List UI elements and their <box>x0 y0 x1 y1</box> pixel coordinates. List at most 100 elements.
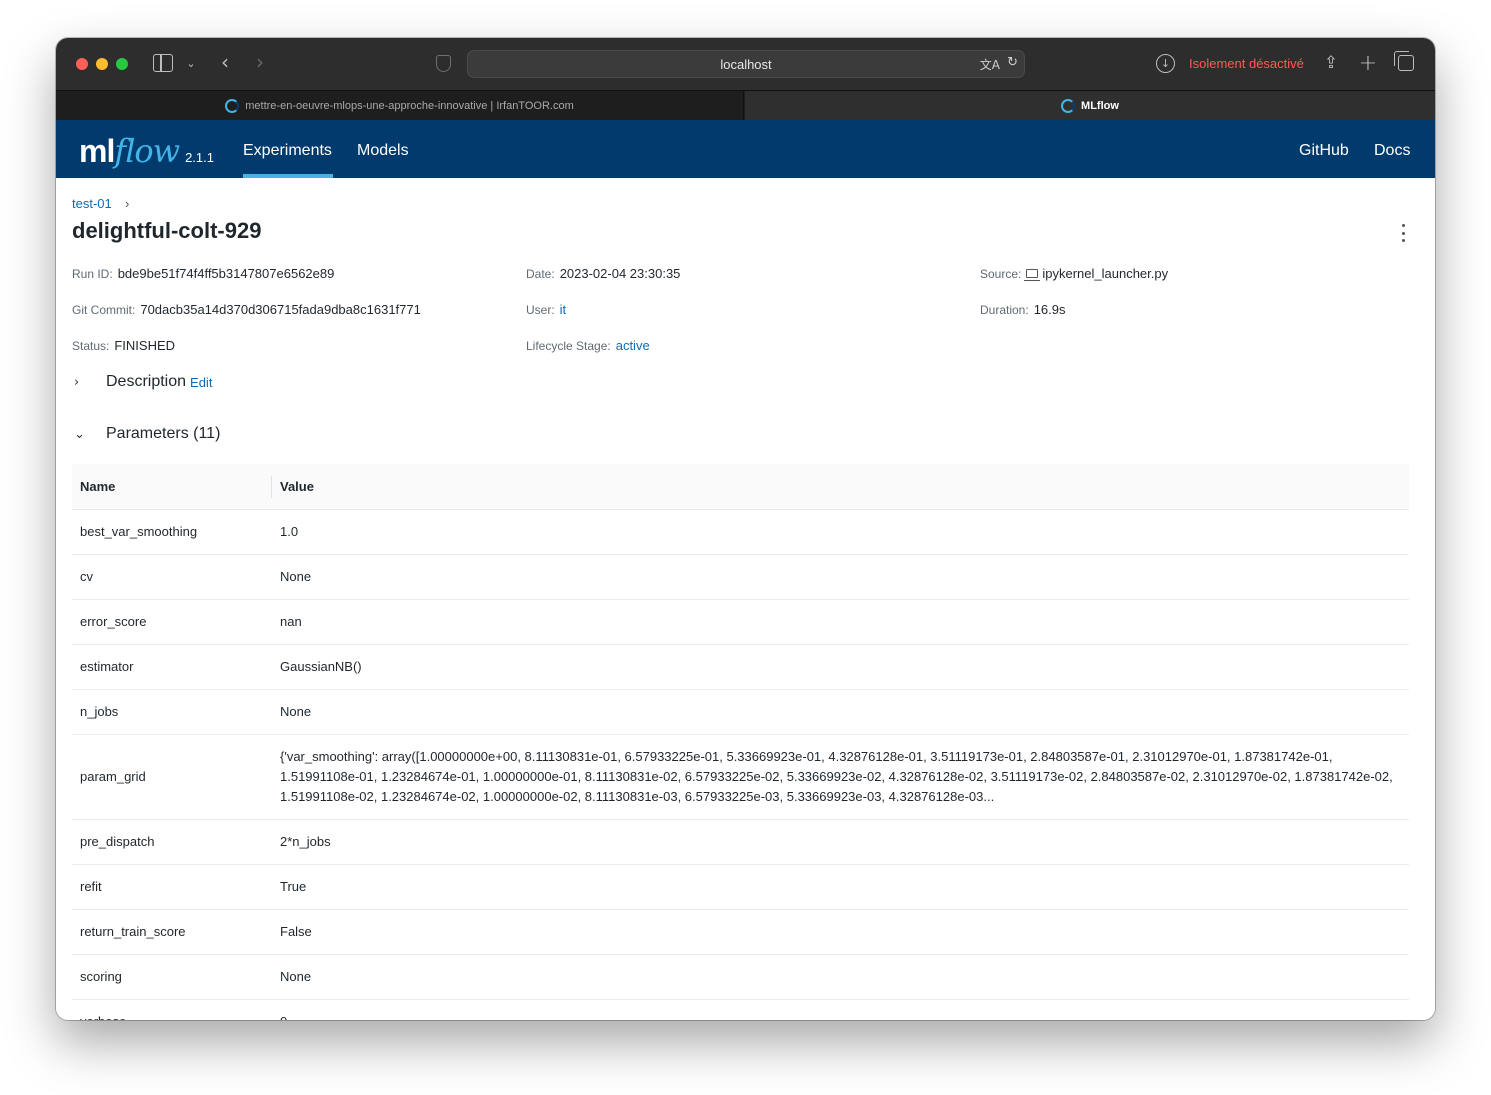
breadcrumb-separator: › <box>125 196 130 211</box>
nav-github[interactable]: GitHub <box>1299 142 1349 160</box>
param-value: None <box>272 954 1409 1000</box>
parameters-table: Name Value best_var_smoothing 1.0 cv None … <box>72 464 1409 1020</box>
nav-docs[interactable]: Docs <box>1374 142 1410 160</box>
meta-value: ipykernel_launcher.py <box>1042 266 1169 281</box>
browser-tab-irfantoor[interactable]: mettre-en-oeuvre-mlops-une-approche-inno… <box>56 91 744 120</box>
share-icon[interactable]: ⇪ <box>1322 51 1340 75</box>
param-value: None <box>272 554 1409 600</box>
new-tab-icon[interactable]: + <box>1359 51 1377 76</box>
table-header-row: Name Value <box>72 464 1409 510</box>
close-window-button[interactable] <box>76 58 88 70</box>
more-options-icon[interactable] <box>1396 224 1410 242</box>
url-text: localhost <box>720 57 772 72</box>
param-value: nan <box>272 599 1409 645</box>
meta-value: FINISHED <box>114 338 176 353</box>
isolation-status-label[interactable]: Isolement désactivé <box>1189 56 1304 71</box>
browser-tab-mlflow[interactable]: MLflow <box>745 91 1435 120</box>
edit-description-link[interactable]: Edit <box>190 375 212 390</box>
browser-tab-label: MLflow <box>1081 99 1119 112</box>
meta-value: bde9be51f74f4ff5b3147807e6562e89 <box>117 266 335 281</box>
param-name: cv <box>72 554 272 600</box>
privacy-shield-icon[interactable] <box>436 55 451 72</box>
browser-tab-strip: mettre-en-oeuvre-mlops-une-approche-inno… <box>56 90 1435 120</box>
meta-status: Status: FINISHED <box>72 338 175 353</box>
meta-label: Status: <box>72 339 110 353</box>
meta-value: 2023-02-04 23:30:35 <box>559 266 681 281</box>
description-title: Description <box>106 373 187 390</box>
chevron-right-icon[interactable]: › <box>74 375 98 390</box>
param-name: pre_dispatch <box>72 819 272 865</box>
address-bar[interactable]: localhost 文A ↻ <box>467 50 1025 78</box>
param-name: scoring <box>72 954 272 1000</box>
meta-label: Duration: <box>980 303 1029 317</box>
site-favicon-icon <box>225 98 240 113</box>
mlflow-logo[interactable]: ml flow 2.1.1 <box>79 132 214 172</box>
param-name: refit <box>72 864 272 910</box>
param-name: verbose <box>72 999 272 1020</box>
table-row: cv None <box>72 554 1409 600</box>
param-value: 2*n_jobs <box>272 819 1409 865</box>
reload-icon[interactable]: ↻ <box>1007 55 1018 70</box>
title-bar: ⌄ ‹ › localhost 文A ↻ ↓ Isolement désacti… <box>56 38 1435 90</box>
meta-duration: Duration: 16.9s <box>980 302 1066 317</box>
param-name: return_train_score <box>72 909 272 955</box>
table-row: best_var_smoothing 1.0 <box>72 509 1409 555</box>
parameters-title: Parameters (11) <box>106 425 221 442</box>
meta-user: User: it <box>526 302 566 317</box>
parameters-section-header[interactable]: ⌄ Parameters (11) <box>72 425 220 443</box>
param-name: error_score <box>72 599 272 645</box>
mlflow-favicon-icon <box>1061 98 1076 113</box>
column-header-name[interactable]: Name <box>72 464 272 510</box>
param-name: estimator <box>72 644 272 690</box>
table-row: refit True <box>72 864 1409 910</box>
table-row: return_train_score False <box>72 909 1409 955</box>
table-row: error_score nan <box>72 599 1409 645</box>
table-row: param_grid {'var_smoothing': array([1.000… <box>72 734 1409 820</box>
back-arrow-icon[interactable]: ‹ <box>216 50 234 74</box>
forward-arrow-icon[interactable]: › <box>251 50 269 74</box>
description-section-header[interactable]: › Description Edit <box>72 373 212 391</box>
version-label: 2.1.1 <box>185 150 214 165</box>
param-name: n_jobs <box>72 689 272 735</box>
chevron-down-icon[interactable]: ⌄ <box>74 427 98 442</box>
table-row: estimator GaussianNB() <box>72 644 1409 690</box>
param-name: best_var_smoothing <box>72 509 272 555</box>
meta-run-id: Run ID: bde9be51f74f4ff5b3147807e6562e89 <box>72 266 334 281</box>
laptop-icon <box>1024 269 1041 281</box>
param-value: {'var_smoothing': array([1.00000000e+00,… <box>272 734 1409 820</box>
breadcrumb-experiment-link[interactable]: test-01 <box>72 196 112 211</box>
run-page-content: test-01 › delightful-colt-929 Run ID: bde… <box>56 178 1435 1020</box>
param-value: 0 <box>272 999 1409 1020</box>
logo-ml-text: ml <box>79 133 115 169</box>
download-icon[interactable]: ↓ <box>1156 54 1175 73</box>
translate-icon[interactable]: 文A <box>980 56 1000 73</box>
table-row: pre_dispatch 2*n_jobs <box>72 819 1409 865</box>
param-value: None <box>272 689 1409 735</box>
mlflow-header: ml flow 2.1.1 Experiments Models GitHub … <box>56 120 1435 178</box>
meta-label: User: <box>526 303 555 317</box>
nav-experiments[interactable]: Experiments <box>243 142 332 160</box>
nav-models[interactable]: Models <box>357 142 409 160</box>
zoom-window-button[interactable] <box>116 58 128 70</box>
meta-git-commit: Git Commit: 70dacb35a14d370d306715fada9db… <box>72 302 421 317</box>
meta-lifecycle-stage: Lifecycle Stage: active <box>526 338 650 353</box>
table-row: n_jobs None <box>72 689 1409 735</box>
table-row: scoring None <box>72 954 1409 1000</box>
minimize-window-button[interactable] <box>96 58 108 70</box>
param-name: param_grid <box>72 734 272 820</box>
meta-label: Git Commit: <box>72 303 136 317</box>
sidebar-toggle-icon[interactable] <box>153 54 173 72</box>
param-value: 1.0 <box>272 509 1409 555</box>
param-value: GaussianNB() <box>272 644 1409 690</box>
table-row: verbose0 <box>72 999 1409 1020</box>
chevron-down-icon[interactable]: ⌄ <box>184 55 198 71</box>
page-title: delightful-colt-929 <box>72 218 262 243</box>
user-link[interactable]: it <box>560 302 567 317</box>
meta-label: Source: <box>980 267 1022 281</box>
param-value: True <box>272 864 1409 910</box>
column-header-value[interactable]: Value <box>272 464 1409 510</box>
lifecycle-link[interactable]: active <box>616 338 650 353</box>
tab-overview-icon[interactable] <box>1394 51 1414 71</box>
meta-value: 70dacb35a14d370d306715fada9dba8c1631f771 <box>140 302 421 317</box>
meta-label: Date: <box>526 267 555 281</box>
